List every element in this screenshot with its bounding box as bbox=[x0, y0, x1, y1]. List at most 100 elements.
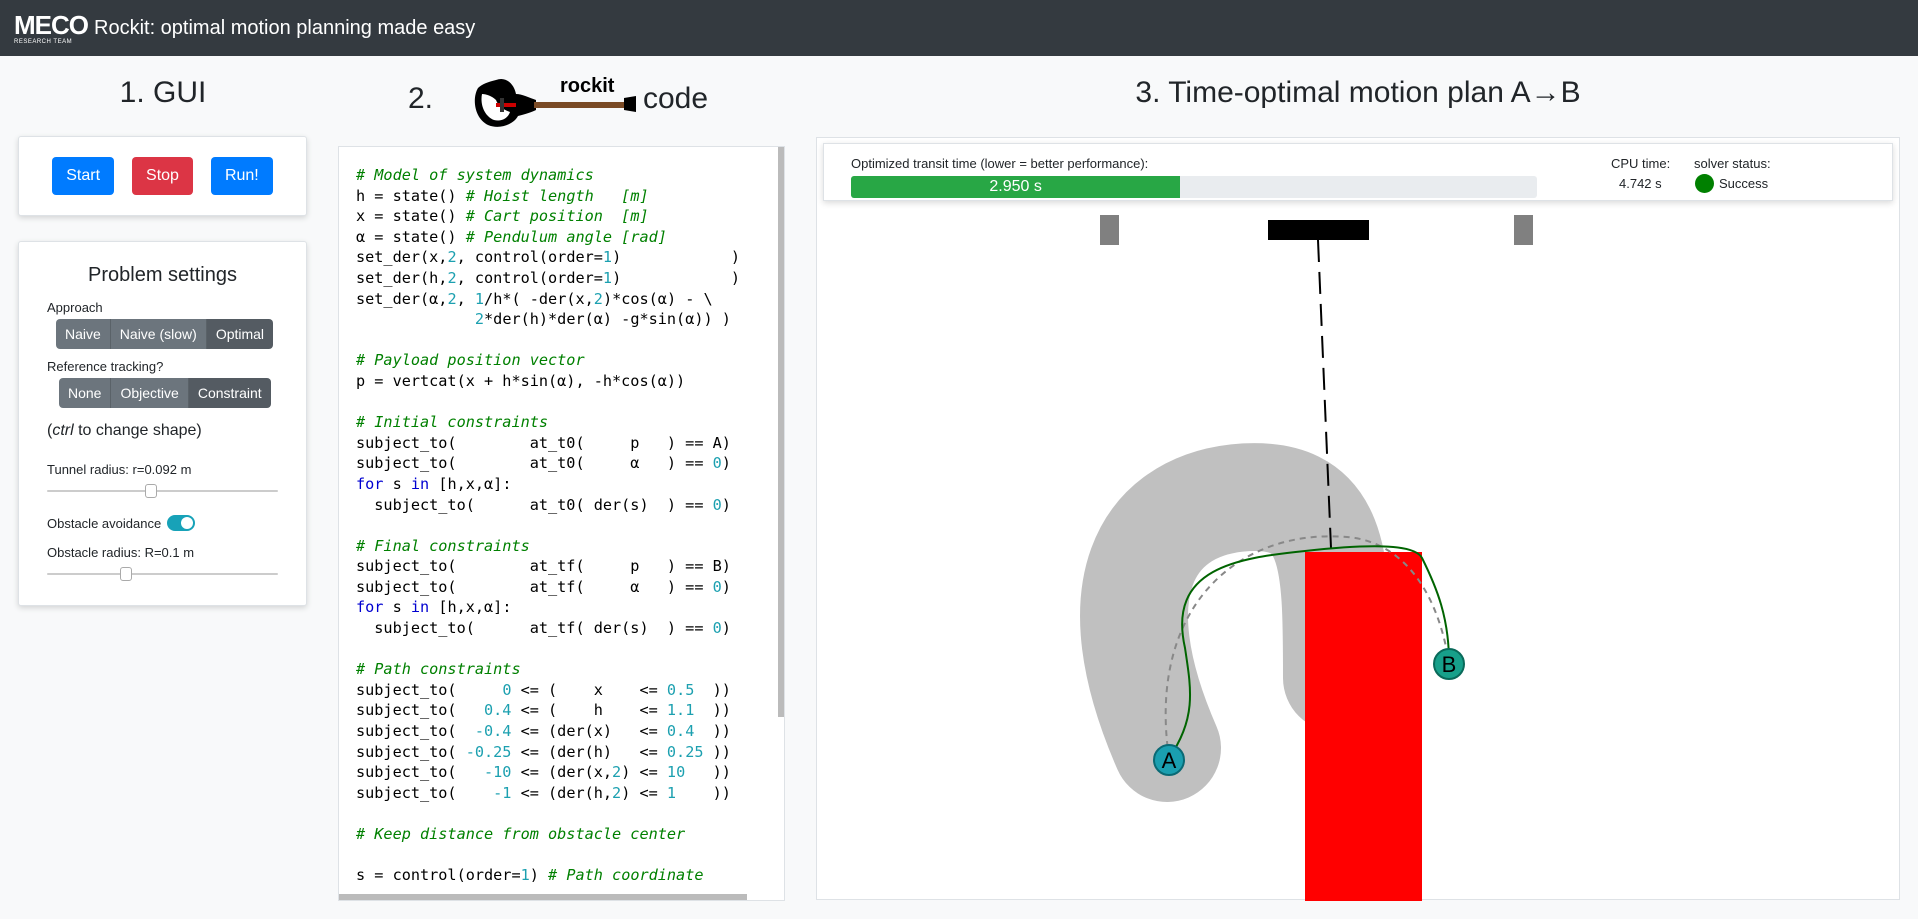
rockit-logo-text: rockit bbox=[560, 75, 615, 97]
obstacle-radius-track[interactable] bbox=[47, 573, 278, 575]
code-line: for s in [h,x,α]: bbox=[356, 474, 512, 493]
code-editor[interactable]: # Model of system dynamics h = state() # … bbox=[338, 146, 785, 901]
obstacle-avoidance-toggle[interactable] bbox=[167, 515, 196, 531]
tracking-label: Reference tracking? bbox=[47, 359, 164, 374]
code-line: s = control(order=1) # Path coordinate bbox=[356, 866, 704, 885]
gui-section-title: 1. GUI bbox=[119, 76, 207, 109]
code-line: 2*der(h)*der(α) -g*sin(α)) ) bbox=[474, 310, 731, 329]
tracking-none-button[interactable]: None bbox=[59, 378, 112, 408]
transit-time-label: Optimized transit time (lower = better p… bbox=[851, 156, 1149, 171]
solver-status-value: Success bbox=[1719, 176, 1769, 191]
horizontal-scrollbar[interactable] bbox=[339, 894, 747, 900]
point-a-label: A bbox=[1162, 748, 1177, 773]
code-line: subject_to( at_tf( der(s) ) == 0) bbox=[356, 619, 731, 638]
code-line: set_der(x,2, control(order=1) ) bbox=[356, 248, 741, 267]
tunnel-radius-value: r=0.092 m bbox=[132, 462, 192, 477]
cpu-time-label: CPU time: bbox=[1611, 156, 1671, 171]
approach-button-group: Naive Naive (slow) Optimal bbox=[56, 319, 274, 349]
obstacle-radius-slider[interactable] bbox=[47, 564, 278, 584]
rail-right-post bbox=[1514, 215, 1533, 245]
code-line: α = state() # Pendulum angle [rad] bbox=[356, 227, 667, 246]
code-line: subject_to( at_t0( der(s) ) == 0) bbox=[356, 495, 731, 514]
obstacle-avoidance-label: Obstacle avoidance bbox=[47, 515, 162, 531]
plot-section-title: 3. Time-optimal motion plan A→B bbox=[1135, 76, 1581, 109]
tunnel-radius-thumb[interactable] bbox=[144, 484, 157, 498]
code-line: subject_to( at_tf( p ) == B) bbox=[356, 557, 731, 576]
meco-logo-subtext: RESEARCH TEAM bbox=[14, 38, 73, 45]
tunnel-radius-label: Tunnel radius: r=0.092 m bbox=[47, 462, 192, 477]
code-line: subject_to( at_tf( α ) == 0) bbox=[356, 577, 731, 596]
tunnel-radius-slider[interactable] bbox=[47, 481, 278, 501]
code-line: # Model of system dynamics bbox=[356, 166, 594, 184]
problem-settings-card: Problem settings Approach Naive Naive (s… bbox=[18, 241, 307, 606]
code-line: for s in [h,x,α]: bbox=[356, 598, 512, 617]
code-line: subject_to( -10 <= (der(x,2) <= 10 )) bbox=[356, 763, 731, 782]
hint-key: ctrl bbox=[52, 422, 74, 439]
cart bbox=[1268, 220, 1369, 240]
code-line: subject_to( at_t0( α ) == 0) bbox=[356, 454, 731, 473]
code-line: h = state() # Hoist length [m] bbox=[356, 186, 649, 205]
app-title[interactable]: Rockit: optimal motion planning made eas… bbox=[94, 17, 475, 40]
transit-time-bar: 2.950 s bbox=[851, 176, 1181, 198]
motion-plan-panel: A B Optimized transit time (lower = bett… bbox=[816, 137, 1901, 901]
metrics-card: Optimized transit time (lower = better p… bbox=[823, 143, 1893, 201]
code-line: subject_to( -1 <= (der(h,2) <= 1 )) bbox=[356, 783, 731, 802]
tracking-constraint-button[interactable]: Constraint bbox=[188, 378, 271, 408]
status-dot-icon bbox=[1695, 174, 1714, 193]
solver-status: Success bbox=[1695, 174, 1768, 193]
tracking-objective-button[interactable]: Objective bbox=[111, 378, 189, 408]
rail-left-post bbox=[1100, 215, 1119, 245]
code-line: subject_to( 0.4 <= ( h <= 1.1 )) bbox=[356, 701, 731, 720]
approach-naive-slow-button[interactable]: Naive (slow) bbox=[110, 319, 207, 349]
code-line: # Path constraints bbox=[356, 660, 521, 679]
code-line: # Initial constraints bbox=[356, 413, 549, 432]
code-line: subject_to( -0.4 <= (der(x) <= 0.4 )) bbox=[356, 722, 731, 741]
code-line: # Final constraints bbox=[356, 536, 530, 555]
point-b-label: B bbox=[1442, 652, 1457, 677]
motion-plan-canvas[interactable]: A B bbox=[817, 138, 1901, 901]
code-line: set_der(h,2, control(order=1) ) bbox=[356, 268, 741, 287]
meco-logo[interactable]: MECO RESEARCH TEAM bbox=[14, 9, 89, 45]
vertical-scrollbar[interactable] bbox=[778, 147, 784, 717]
code-line: set_der(α,2, 1/h*( -der(x,2)*cos(α) - \ bbox=[356, 289, 713, 308]
navbar: MECO RESEARCH TEAM Rockit: optimal motio… bbox=[0, 0, 1918, 56]
code-line: subject_to( at_t0( p ) == A) bbox=[356, 433, 731, 452]
run-button[interactable]: Run! bbox=[210, 157, 273, 195]
rockit-guitar-logo: rockit bbox=[474, 75, 636, 127]
stop-button[interactable]: Stop bbox=[132, 157, 193, 195]
code-section-title: code bbox=[643, 82, 709, 115]
start-button[interactable]: Start bbox=[52, 157, 115, 195]
shape-hint: (ctrl to change shape) bbox=[47, 422, 202, 439]
approach-naive-button[interactable]: Naive bbox=[56, 319, 111, 349]
code-content[interactable]: # Model of system dynamics h = state() # … bbox=[339, 147, 784, 886]
obstacle-radius-thumb[interactable] bbox=[119, 567, 132, 581]
solver-status-label: solver status: bbox=[1694, 156, 1771, 171]
tracking-button-group: None Objective Constraint bbox=[59, 378, 271, 408]
code-line: # Keep distance from obstacle center bbox=[356, 825, 686, 843]
code-line: subject_to( -0.25 <= (der(h) <= 0.25 )) bbox=[356, 742, 731, 761]
code-line: subject_to( 0 <= ( x <= 0.5 )) bbox=[356, 680, 731, 699]
code-line: p = vertcat(x + h*sin(α), -h*cos(α)) bbox=[356, 371, 686, 390]
toggle-knob bbox=[181, 517, 194, 529]
cpu-time-value: 4.742 s bbox=[1619, 176, 1662, 191]
obstacle-avoidance-row: Obstacle avoidance bbox=[47, 515, 278, 531]
approach-optimal-button[interactable]: Optimal bbox=[206, 319, 274, 349]
approach-label: Approach bbox=[47, 300, 103, 315]
code-line: # Payload position vector bbox=[356, 351, 585, 370]
controls-card: Start Stop Run! bbox=[18, 136, 307, 216]
settings-title: Problem settings bbox=[88, 264, 237, 286]
tunnel-radius-track[interactable] bbox=[47, 490, 278, 492]
obstacle bbox=[1305, 552, 1422, 901]
obstacle-radius-value: R=0.1 m bbox=[144, 545, 195, 560]
meco-logo-text: MECO bbox=[14, 9, 89, 40]
transit-time-progress: 2.950 s bbox=[851, 176, 1537, 198]
obstacle-radius-label: Obstacle radius: R=0.1 m bbox=[47, 545, 195, 560]
code-line: x = state() # Cart position [m] bbox=[356, 207, 649, 226]
code-section-number: 2. bbox=[408, 82, 434, 115]
